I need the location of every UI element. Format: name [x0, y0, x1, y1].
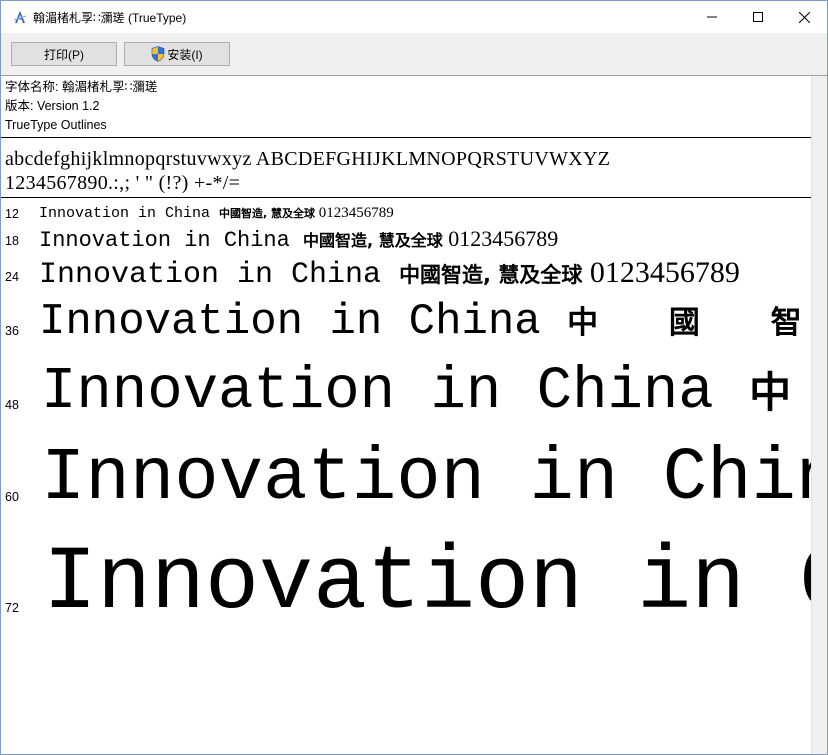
- minimize-icon: [707, 16, 717, 18]
- sample-text: Innovation in China 中國智造, 慧及全球 012345678…: [39, 205, 394, 222]
- divider: [1, 197, 811, 198]
- maximize-icon: [753, 12, 763, 22]
- font-app-icon: [13, 11, 27, 23]
- toolbar: 打印(P) 安装(I): [1, 33, 827, 76]
- sample-row-60: 60 Innovation in Chin: [1, 436, 811, 522]
- sample-text: Innovation in China 中國智造, 慧及全球 012345678…: [39, 228, 558, 252]
- title-bar: 翰湄楮札孠∷瀰瑳 (TrueType): [1, 1, 827, 33]
- minimize-button[interactable]: [689, 1, 735, 33]
- size-label: 18: [5, 234, 19, 248]
- vertical-scrollbar[interactable]: [811, 76, 827, 754]
- sample-row-12: 12 Innovation in China 中國智造, 慧及全球 012345…: [1, 204, 811, 224]
- install-button-label: 安装(I): [167, 47, 203, 62]
- sample-latin: Innovation in China: [39, 205, 220, 222]
- sample-text: Innovation in China 中: [41, 362, 791, 421]
- sample-latin: Innovation in China: [39, 228, 304, 253]
- charset-symbols: 1234567890.:,; ' " (!?) +-*/=: [5, 172, 241, 194]
- font-viewer-window: 翰湄楮札孠∷瀰瑳 (TrueType) 打印(P) 安装(I) 字体名称: 翰湄…: [0, 0, 828, 755]
- outlines-line: TrueType Outlines: [5, 118, 107, 132]
- print-button-label: 打印(P): [44, 47, 84, 62]
- print-button[interactable]: 打印(P): [11, 42, 117, 66]
- sample-latin: Innovation in C: [43, 533, 811, 635]
- sample-cjk: 中國智造, 慧及全球: [219, 207, 316, 220]
- font-preview-area: 字体名称: 翰湄楮札孠∷瀰瑳 版本: Version 1.2 TrueType …: [1, 76, 811, 754]
- sample-row-36: 36 Innovation in China 中 國 智: [1, 296, 811, 350]
- size-label: 12: [5, 207, 19, 221]
- uac-shield-icon: [152, 46, 165, 62]
- charset-letters: abcdefghijklmnopqrstuvwxyz ABCDEFGHIJKLM…: [5, 148, 611, 170]
- sample-row-24: 24 Innovation in China 中國智造, 慧及全球 012345…: [1, 256, 811, 292]
- size-label: 48: [5, 398, 19, 412]
- sample-cjk: 中: [749, 368, 792, 417]
- sample-text: Innovation in China 中 國 智: [39, 300, 811, 344]
- sample-row-18: 18 Innovation in China 中國智造, 慧及全球 012345…: [1, 226, 811, 254]
- close-button[interactable]: [781, 1, 827, 33]
- sample-latin: Innovation in China: [41, 358, 750, 425]
- sample-digits: 0123456789: [315, 205, 394, 221]
- window-title: 翰湄楮札孠∷瀰瑳 (TrueType): [33, 11, 187, 25]
- sample-row-72: 72 Innovation in C: [1, 531, 811, 636]
- sample-text: Innovation in Chin: [41, 442, 811, 516]
- sample-cjk: 中 國 智: [567, 305, 811, 341]
- size-label: 36: [5, 324, 19, 338]
- divider: [1, 137, 811, 138]
- sample-latin: Innovation in Chin: [41, 437, 811, 521]
- version-line: 版本: Version 1.2: [5, 99, 100, 113]
- sample-latin: Innovation in China: [39, 297, 568, 347]
- size-label: 72: [5, 601, 19, 615]
- install-button[interactable]: 安装(I): [124, 42, 230, 66]
- maximize-button[interactable]: [735, 1, 781, 33]
- sample-text: Innovation in China 中國智造, 慧及全球 012345678…: [39, 256, 740, 292]
- sample-row-48: 48 Innovation in China 中: [1, 356, 811, 426]
- sample-cjk: 中國智造, 慧及全球: [303, 231, 443, 250]
- close-icon: [798, 11, 810, 23]
- sample-digits: 0123456789: [442, 226, 559, 251]
- size-label: 60: [5, 490, 19, 504]
- sample-latin: Innovation in China: [39, 258, 400, 292]
- size-label: 24: [5, 270, 19, 284]
- sample-text: Innovation in C: [43, 539, 811, 629]
- sample-digits: 0123456789: [582, 256, 740, 289]
- sample-cjk: 中國智造, 慧及全球: [399, 263, 583, 287]
- font-name-line: 字体名称: 翰湄楮札孠∷瀰瑳: [5, 80, 158, 94]
